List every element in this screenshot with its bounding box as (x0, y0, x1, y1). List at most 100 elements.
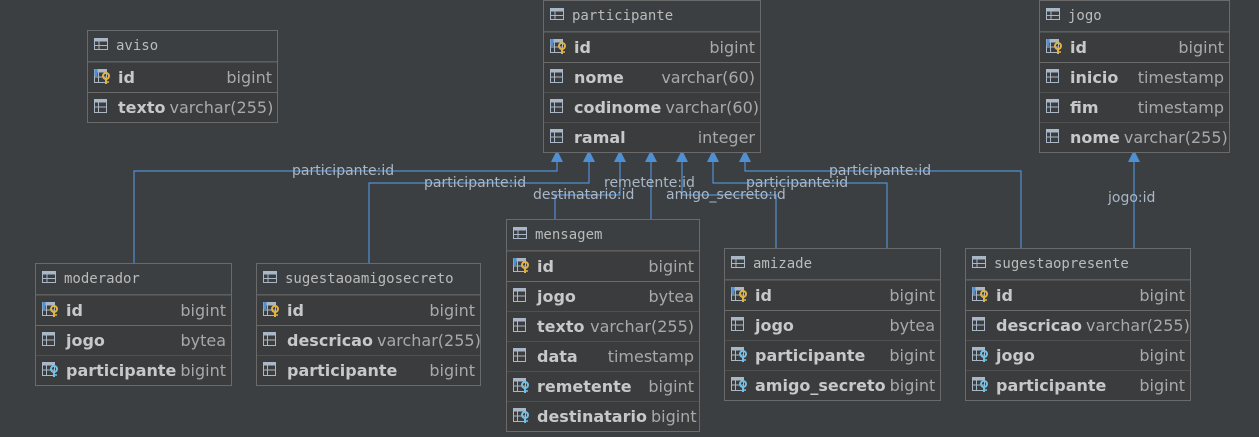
column-row[interactable]: jogo bytea (507, 281, 699, 311)
column-type: varchar(255) (169, 98, 274, 117)
column-row[interactable]: ramal integer (544, 122, 760, 152)
column-row[interactable]: id bigint (36, 295, 231, 325)
table-header[interactable]: moderador (36, 264, 231, 295)
column-row[interactable]: id bigint (725, 280, 940, 310)
column-type: bigint (709, 38, 755, 57)
table-header[interactable]: aviso (88, 31, 277, 62)
foreign-key-icon (731, 376, 749, 396)
table-header[interactable]: sugestaopresente (966, 249, 1190, 280)
primary-key-icon (94, 68, 112, 88)
table-mensagem[interactable]: mensagem id bigint jogo bytea texto varchar(25… (506, 219, 700, 432)
table-header[interactable]: participante (544, 1, 760, 32)
column-row[interactable]: data timestamp (507, 341, 699, 371)
column-type: bigint (650, 407, 697, 426)
column-row[interactable]: participante bigint (36, 355, 231, 385)
column-name: participante (287, 361, 398, 380)
table-icon (42, 271, 56, 287)
column-row[interactable]: nome varchar(60) (544, 62, 760, 92)
table-header[interactable]: sugestaoamigosecreto (257, 264, 480, 295)
table-moderador[interactable]: moderador id bigint jogo bytea participante bi… (35, 263, 232, 386)
column-type: varchar(255) (376, 331, 480, 350)
primary-key-icon (42, 301, 60, 321)
column-name: id (1070, 38, 1087, 57)
column-name: jogo (996, 346, 1035, 365)
column-row[interactable]: texto varchar(255) (507, 311, 699, 341)
column-row[interactable]: amigo_secreto bigint (725, 370, 940, 400)
table-aviso[interactable]: aviso id bigint texto varchar(255) (87, 30, 278, 123)
primary-key-icon (972, 286, 990, 306)
column-type: varchar(60) (661, 68, 755, 87)
table-header[interactable]: mensagem (507, 220, 699, 251)
primary-key-icon (731, 286, 749, 306)
column-name: participante (996, 376, 1107, 395)
table-icon (1046, 8, 1060, 24)
column-row[interactable]: jogo bytea (725, 310, 940, 340)
column-name: codinome (574, 98, 662, 117)
table-name: amizade (753, 256, 813, 272)
table-jogo[interactable]: jogo id bigint inicio timestamp fim timestamp n… (1039, 0, 1230, 153)
column-type: integer (697, 128, 755, 147)
foreign-key-icon (972, 346, 990, 366)
column-row[interactable]: codinome varchar(60) (544, 92, 760, 122)
column-name: texto (537, 317, 585, 336)
column-row[interactable]: texto varchar(255) (88, 92, 277, 122)
column-row[interactable]: descricao varchar(255) (966, 310, 1190, 340)
column-icon (972, 316, 990, 336)
column-name: remetente (537, 377, 632, 396)
primary-key-icon (550, 38, 568, 58)
column-name: descricao (996, 316, 1082, 335)
column-row[interactable]: fim timestamp (1040, 92, 1229, 122)
column-row[interactable]: inicio timestamp (1040, 62, 1229, 92)
column-type: bigint (1178, 38, 1224, 57)
column-row[interactable]: participante bigint (966, 370, 1190, 400)
column-type: bytea (180, 331, 226, 350)
column-row[interactable]: id bigint (966, 280, 1190, 310)
table-name: moderador (64, 271, 140, 287)
column-row[interactable]: participante bigint (725, 340, 940, 370)
foreign-key-icon (42, 361, 60, 381)
column-type: timestamp (1137, 68, 1224, 87)
column-row[interactable]: descricao varchar(255) (257, 325, 480, 355)
column-row[interactable]: remetente bigint (507, 371, 699, 401)
column-row[interactable]: jogo bytea (36, 325, 231, 355)
column-name: data (537, 347, 578, 366)
primary-key-icon (1046, 38, 1064, 58)
table-sugestaopresente[interactable]: sugestaopresente id bigint descricao varchar… (965, 248, 1191, 401)
table-icon (550, 8, 564, 24)
column-type: varchar(255) (1085, 316, 1190, 335)
column-row[interactable]: destinatario bigint (507, 401, 699, 431)
column-row[interactable]: id bigint (507, 251, 699, 281)
column-icon (513, 287, 531, 307)
table-participante[interactable]: participante id bigint nome varchar(60) codin… (543, 0, 761, 153)
column-name: jogo (537, 287, 576, 306)
column-icon (1046, 98, 1064, 118)
column-row[interactable]: id bigint (88, 62, 277, 92)
column-row[interactable]: participante bigint (257, 355, 480, 385)
column-type: bigint (648, 377, 694, 396)
table-header[interactable]: amizade (725, 249, 940, 280)
column-icon (731, 316, 749, 336)
foreign-key-icon (972, 376, 990, 396)
column-row[interactable]: nome varchar(255) (1040, 122, 1229, 152)
column-name: id (537, 257, 554, 276)
column-icon (513, 317, 531, 337)
table-sugestaoamigosecreto[interactable]: sugestaoamigosecreto id bigint descricao var… (256, 263, 481, 386)
table-header[interactable]: jogo (1040, 1, 1229, 32)
column-name: texto (118, 98, 166, 117)
table-icon (263, 271, 277, 287)
column-row[interactable]: id bigint (257, 295, 480, 325)
column-name: nome (1070, 128, 1120, 147)
column-type: bytea (889, 316, 935, 335)
column-type: bigint (648, 257, 694, 276)
column-row[interactable]: id bigint (544, 32, 760, 62)
edge-label-sugestaopresente-jogo: jogo:id (1108, 190, 1156, 206)
column-icon (1046, 128, 1064, 148)
column-type: bigint (429, 301, 475, 320)
table-name: sugestaoamigosecreto (285, 271, 454, 287)
column-type: bigint (1139, 346, 1185, 365)
column-type: bigint (1139, 286, 1185, 305)
column-row[interactable]: id bigint (1040, 32, 1229, 62)
table-amizade[interactable]: amizade id bigint jogo bytea participante bigi… (724, 248, 941, 401)
column-row[interactable]: jogo bigint (966, 340, 1190, 370)
foreign-key-icon (513, 407, 531, 427)
